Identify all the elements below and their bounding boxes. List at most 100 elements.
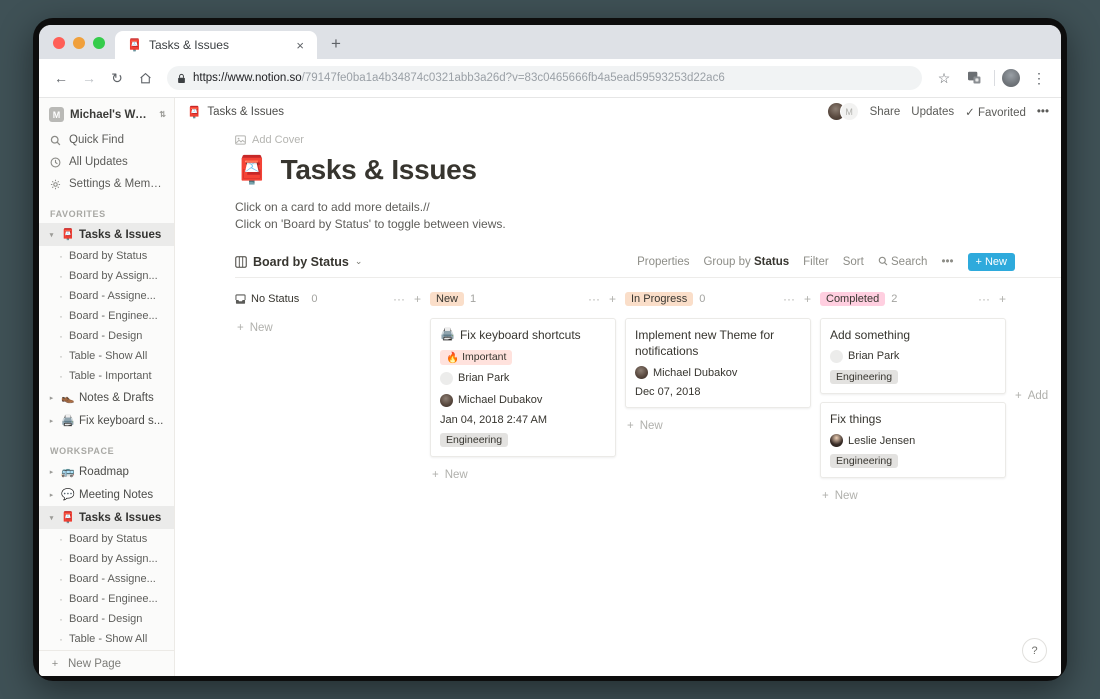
kanban-column-name[interactable]: New [430, 292, 465, 307]
properties-button[interactable]: Properties [637, 256, 689, 268]
column-more-menu-icon[interactable]: ··· [393, 292, 405, 306]
sidebar-page-fix-keyboard[interactable]: ▸ 🖨️ Fix keyboard s... [39, 409, 174, 432]
bullet-icon: · [59, 289, 63, 303]
chevron-down-icon[interactable]: ▾ [47, 514, 56, 522]
sidebar-subitem-board-engineering[interactable]: · Board - Enginee... [39, 306, 174, 326]
column-more-menu-icon[interactable]: ··· [588, 292, 600, 306]
sidebar-item-quick-find[interactable]: Quick Find [39, 129, 174, 151]
sidebar-subitem-ws-board-design[interactable]: · Board - Design [39, 609, 174, 629]
column-more-menu-icon[interactable]: ··· [783, 292, 795, 306]
favorited-button[interactable]: ✓ Favorited [965, 105, 1026, 119]
sidebar-subitem-label: Board by Status [69, 533, 148, 545]
add-group-button[interactable]: + Add [1015, 290, 1048, 502]
sort-button[interactable]: Sort [843, 256, 864, 268]
kanban-column-title[interactable]: No Status [235, 292, 305, 306]
help-button[interactable]: ? [1022, 638, 1047, 663]
profile-avatar[interactable] [1002, 69, 1020, 87]
forward-icon[interactable]: → [77, 66, 101, 90]
chevron-right-icon[interactable]: ▸ [47, 468, 56, 476]
chevron-right-icon[interactable]: ▸ [47, 394, 56, 402]
sidebar-subitem-board-by-assignee[interactable]: · Board by Assign... [39, 266, 174, 286]
add-card-button[interactable]: + New [625, 416, 811, 432]
column-more-menu-icon[interactable]: ··· [978, 292, 990, 306]
kanban-card[interactable]: Add something Brian Park Engineering [820, 317, 1006, 394]
sidebar-item-settings-members[interactable]: Settings & Members [39, 173, 174, 195]
sidebar-page-tasks-issues-fav[interactable]: ▾ 📮 Tasks & Issues [39, 223, 174, 246]
browser-menu-icon[interactable]: ⋮ [1027, 66, 1051, 90]
sidebar-subitem-table-important[interactable]: · Table - Important [39, 366, 174, 386]
new-record-button[interactable]: + New [967, 252, 1015, 271]
kanban-column-count: 0 [311, 293, 318, 306]
close-tab-icon[interactable]: × [293, 38, 307, 53]
chevron-down-icon[interactable]: ▾ [47, 231, 56, 239]
facepile[interactable]: M [826, 102, 859, 121]
maximize-window-button[interactable] [93, 37, 105, 49]
sidebar-subitem-ws-board-by-assignee[interactable]: · Board by Assign... [39, 549, 174, 569]
add-cover-button[interactable]: Add Cover [235, 125, 1061, 146]
sidebar-subitem-ws-board-by-status[interactable]: · Board by Status [39, 529, 174, 549]
address-bar[interactable]: https://www.notion.so/79147fe0ba1a4b3487… [167, 66, 922, 90]
kanban-column-name[interactable]: In Progress [625, 292, 694, 307]
avatar [830, 349, 843, 363]
add-card-button[interactable]: + New [235, 318, 421, 334]
column-add-card-icon[interactable]: + [414, 292, 421, 306]
new-tab-button[interactable]: + [325, 33, 347, 54]
sidebar-page-tasks-issues-workspace[interactable]: ▾ 📮 Tasks & Issues [39, 506, 174, 529]
sidebar-subitem-board-assignee[interactable]: · Board - Assigne... [39, 286, 174, 306]
column-add-card-icon[interactable]: + [999, 292, 1006, 306]
group-by-button[interactable]: Group by Status [703, 256, 789, 268]
kanban-card[interactable]: Implement new Theme for notifications Mi… [625, 317, 811, 409]
notion-app: M Michael's Work... ⇅ Quick Find [39, 98, 1061, 676]
kanban-card-list: Add something Brian Park Engineering Fix… [820, 317, 1015, 502]
avatar: M [839, 102, 859, 121]
sidebar-subitem-label: Board - Assigne... [69, 573, 156, 585]
mailbox-icon[interactable]: 📮 [235, 156, 269, 184]
extensions-icon[interactable] [963, 66, 987, 90]
kanban-card[interactable]: Fix things Leslie Jensen Engineering [820, 401, 1006, 479]
browser-toolbar: ← → ↻ https://www.notion.so/79147fe0ba1a… [39, 59, 1061, 98]
close-window-button[interactable] [53, 37, 65, 49]
sidebar-subitem-ws-board-engineering[interactable]: · Board - Enginee... [39, 589, 174, 609]
column-add-card-icon[interactable]: + [804, 292, 811, 306]
kanban-column-count: 1 [470, 293, 477, 306]
minimize-window-button[interactable] [73, 37, 85, 49]
add-card-label: New [834, 490, 858, 503]
chevron-right-icon[interactable]: ▸ [47, 417, 56, 425]
sidebar-subitem-board-by-status[interactable]: · Board by Status [39, 246, 174, 266]
sidebar-item-all-updates[interactable]: All Updates [39, 151, 174, 173]
kanban-board: No Status 0 ··· + + New New 1 ··· + 🖨️ F… [235, 290, 1061, 502]
sidebar-subitem-ws-table-show-all[interactable]: · Table - Show All [39, 629, 174, 649]
breadcrumb-label: Tasks & Issues [207, 105, 285, 118]
view-selector[interactable]: Board by Status ⌄ [235, 255, 362, 269]
new-page-button[interactable]: + New Page [39, 650, 174, 676]
view-more-menu-icon[interactable]: ••• [941, 256, 953, 268]
kanban-card[interactable]: 🖨️ Fix keyboard shortcuts 🔥 Important Br… [430, 317, 616, 457]
add-card-button[interactable]: + New [820, 486, 1006, 502]
reload-icon[interactable]: ↻ [105, 66, 129, 90]
browser-tab[interactable]: 📮 Tasks & Issues × [115, 31, 317, 59]
workspace-switcher[interactable]: M Michael's Work... ⇅ [39, 98, 174, 129]
sidebar-subitem-ws-board-assignee[interactable]: · Board - Assigne... [39, 569, 174, 589]
sidebar-page-notes-drafts[interactable]: ▸ 👞 Notes & Drafts [39, 386, 174, 409]
plus-icon: + [975, 255, 982, 268]
updates-button[interactable]: Updates [911, 106, 954, 118]
filter-button[interactable]: Filter [803, 256, 829, 268]
home-icon[interactable] [133, 66, 157, 90]
bookmark-star-icon[interactable]: ☆ [932, 66, 956, 90]
add-card-button[interactable]: + New [430, 465, 616, 481]
page-description[interactable]: Click on a card to add more details.// C… [235, 199, 1061, 234]
page-more-menu-icon[interactable]: ••• [1037, 106, 1049, 118]
sidebar-page-meeting-notes[interactable]: ▸ 💬 Meeting Notes [39, 483, 174, 506]
page-title-text[interactable]: Tasks & Issues [281, 154, 477, 186]
sidebar-subitem-board-design[interactable]: · Board - Design [39, 326, 174, 346]
kanban-column-actions: ··· + [978, 292, 1006, 306]
breadcrumb[interactable]: 📮 Tasks & Issues [187, 105, 284, 119]
chevron-right-icon[interactable]: ▸ [47, 491, 56, 499]
back-icon[interactable]: ← [49, 66, 73, 90]
search-button[interactable]: Search [878, 256, 927, 268]
sidebar-page-roadmap[interactable]: ▸ 🚌 Roadmap [39, 460, 174, 483]
column-add-card-icon[interactable]: + [609, 292, 616, 306]
share-button[interactable]: Share [870, 106, 901, 118]
kanban-column-name[interactable]: Completed [820, 292, 886, 307]
sidebar-subitem-table-show-all[interactable]: · Table - Show All [39, 346, 174, 366]
